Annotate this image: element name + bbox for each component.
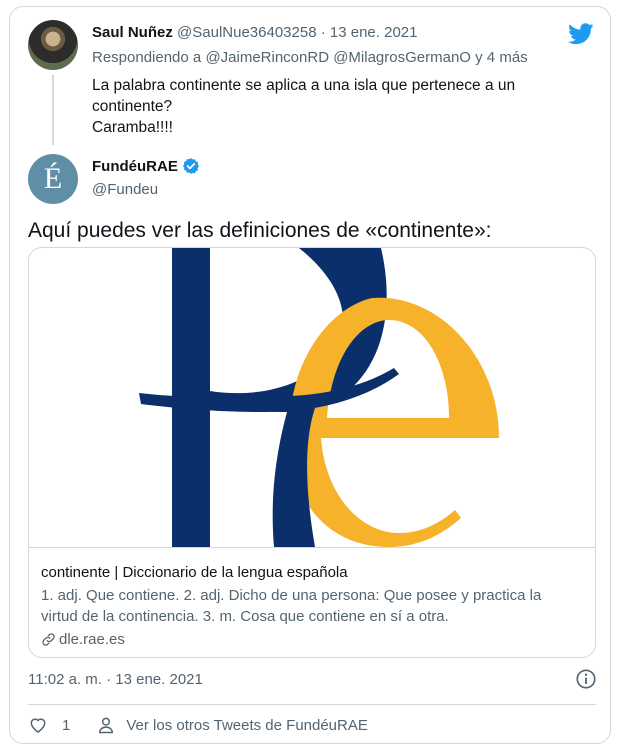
reply-author-name[interactable]: Saul Nuñez [92,24,173,41]
reply-text-line: continente? [92,98,173,115]
reply-date-separator: · [320,24,326,41]
person-icon[interactable] [96,715,116,735]
link-card-domain[interactable]: dle.rae.es [41,631,125,648]
verified-badge-icon [182,158,199,174]
tweet-actions: 1 Ver los otros Tweets de FundéuRAE [28,713,368,737]
main-author-name-row[interactable]: FundéuRAE [92,157,200,175]
reply-author-avatar[interactable] [28,20,78,70]
heart-icon[interactable] [28,715,48,735]
link-icon [42,633,55,646]
main-author-handle[interactable]: @Fundeu [92,181,158,198]
link-card-description-line: virtud de la continencia. 3. m. Cosa que… [41,608,449,625]
tweet-text: Aquí puedes ver las definiciones de «con… [28,219,492,242]
action-divider [28,704,596,705]
link-card-title[interactable]: continente | Diccionario de la lengua es… [41,564,348,581]
reply-date[interactable]: 13 ene. 2021 [330,24,418,41]
like-count[interactable]: 1 [62,717,70,734]
see-more-tweets-link[interactable]: Ver los otros Tweets de FundéuRAE [126,717,368,734]
tweet-embed-card: Saul Nuñez @SaulNue36403258 · 13 ene. 20… [9,6,611,744]
replying-to-line: Respondiendo a @JaimeRinconRD @MilagrosG… [92,49,528,66]
link-card-domain-text: dle.rae.es [59,631,125,648]
info-icon[interactable] [575,668,597,690]
replying-to-handles[interactable]: @JaimeRinconRD @MilagrosGermanO [205,49,471,66]
avatar-glyph: É [43,162,63,195]
reply-text-line: Caramba!!!! [92,119,173,136]
replying-to-more[interactable]: y 4 más [475,49,528,66]
link-preview-card[interactable]: continente | Diccionario de la lengua es… [28,247,596,658]
replying-to-prefix: Respondiendo a [92,49,202,66]
link-card-description-line: 1. adj. Que contiene. 2. adj. Dicho de u… [41,587,542,604]
link-card-description: 1. adj. Que contiene. 2. adj. Dicho de u… [41,585,586,627]
reply-author-handle[interactable]: @SaulNue36403258 [177,24,317,41]
tweet-timestamp[interactable]: 11:02 a. m. · 13 ene. 2021 [28,671,203,688]
reply-text-line: La palabra continente se aplica a una is… [92,77,516,94]
reply-text: La palabra continente se aplica a una is… [92,75,572,138]
main-author-name[interactable]: FundéuRAE [92,158,178,175]
main-author-avatar[interactable]: É [28,154,78,204]
twitter-bird-icon[interactable] [568,23,594,45]
thread-connector-line [52,75,54,145]
rae-logo-image [29,248,595,548]
reply-header: Saul Nuñez @SaulNue36403258 · 13 ene. 20… [92,24,417,41]
